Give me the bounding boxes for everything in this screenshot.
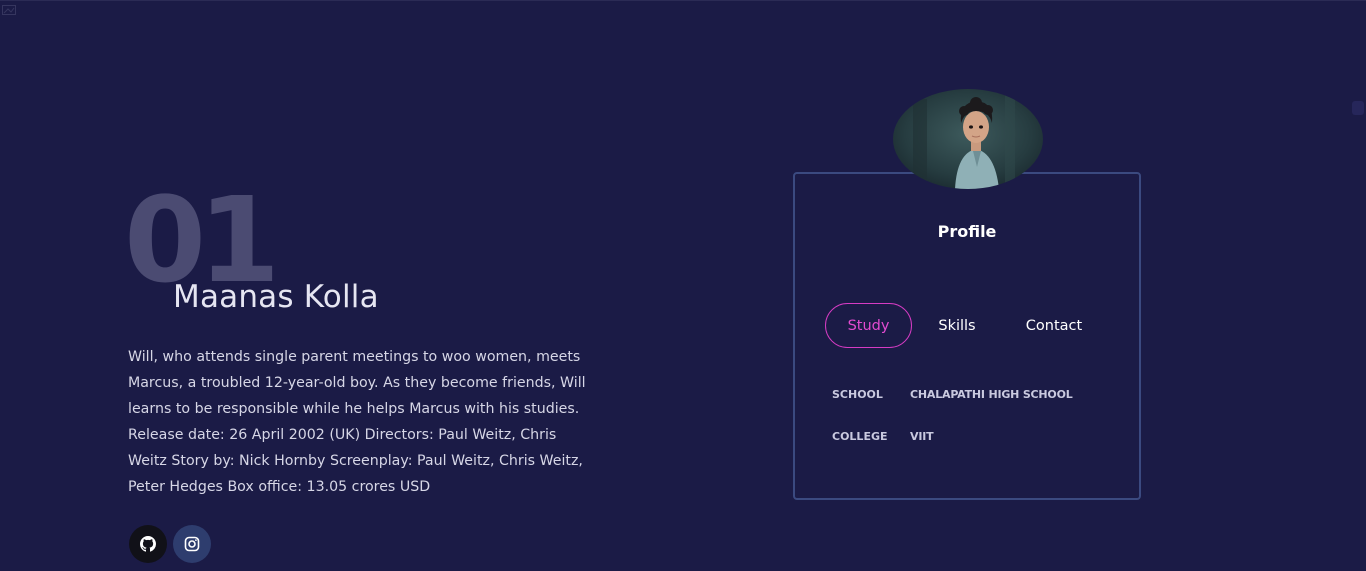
tab-contact[interactable]: Contact bbox=[1002, 303, 1106, 348]
broken-image-icon bbox=[2, 5, 16, 15]
tab-study[interactable]: Study bbox=[825, 303, 912, 348]
avatar bbox=[893, 89, 1043, 189]
study-row-college: COLLEGE VIIT bbox=[832, 430, 1073, 472]
github-button[interactable] bbox=[129, 525, 167, 563]
study-row-school: SCHOOL CHALAPATHI HIGH SCHOOL bbox=[832, 388, 1073, 430]
github-icon bbox=[140, 536, 156, 552]
hero-bio: Will, who attends single parent meetings… bbox=[128, 349, 586, 495]
page: 01 Maanas Kolla Will, who attends single… bbox=[0, 0, 1366, 571]
study-value: VIIT bbox=[910, 430, 934, 443]
study-list: SCHOOL CHALAPATHI HIGH SCHOOL COLLEGE VI… bbox=[832, 388, 1073, 472]
hero-name: Maanas Kolla bbox=[173, 279, 379, 315]
study-key: COLLEGE bbox=[832, 430, 888, 443]
scroll-handle[interactable] bbox=[1352, 101, 1364, 115]
profile-title: Profile bbox=[937, 222, 997, 241]
instagram-icon bbox=[184, 536, 200, 552]
study-value: CHALAPATHI HIGH SCHOOL bbox=[910, 388, 1073, 401]
study-key: SCHOOL bbox=[832, 388, 883, 401]
avatar-photo bbox=[893, 89, 1043, 189]
profile-tabs: Study Skills Contact bbox=[825, 303, 1106, 348]
social-links bbox=[129, 525, 211, 563]
tab-skills[interactable]: Skills bbox=[912, 303, 1002, 348]
profile-card: Profile Study Skills Contact SCHOOL CHAL… bbox=[793, 172, 1141, 500]
instagram-button[interactable] bbox=[173, 525, 211, 563]
